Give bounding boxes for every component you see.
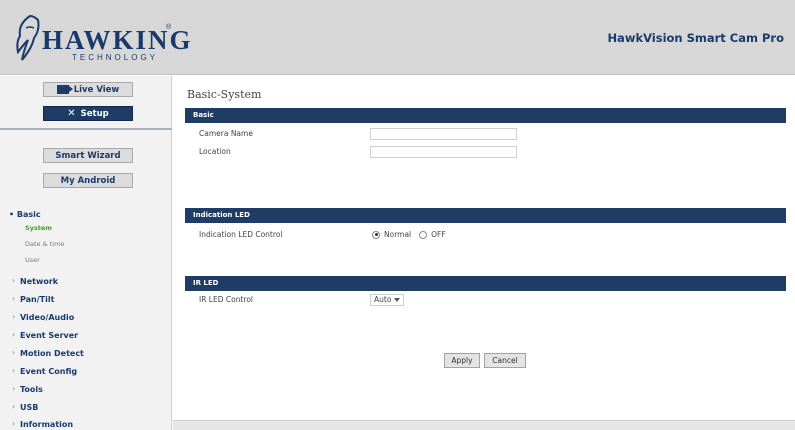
tools-icon: ✕ xyxy=(67,108,76,119)
radio-off[interactable] xyxy=(419,230,428,239)
logo-registered-mark: ® xyxy=(166,24,172,31)
location-label: Location xyxy=(199,147,231,156)
sidebar-subitem-system[interactable]: System xyxy=(25,224,52,232)
section-header-ir-led: IR LED xyxy=(185,276,786,291)
sidebar-item-video-audio[interactable]: Video/Audio xyxy=(12,312,74,322)
my-android-button[interactable]: My Android xyxy=(43,173,133,188)
sidebar-item-usb[interactable]: USB xyxy=(12,402,39,412)
cancel-button[interactable]: Cancel xyxy=(484,353,526,368)
smart-wizard-button[interactable]: Smart Wizard xyxy=(43,148,133,163)
bottom-scroll-strip xyxy=(173,420,795,430)
smart-wizard-label: Smart Wizard xyxy=(55,150,121,161)
section-header-basic: Basic xyxy=(185,108,786,123)
header: HAWKING ® TECHNOLOGY HawkVision Smart Ca… xyxy=(0,0,795,75)
location-input[interactable] xyxy=(370,146,517,158)
logo-tagline: TECHNOLOGY xyxy=(72,53,159,62)
indication-led-label: Indication LED Control xyxy=(199,230,283,239)
hawking-logo: HAWKING ® TECHNOLOGY xyxy=(14,12,191,64)
section-header-indication-led: Indication LED xyxy=(185,208,786,223)
product-title: HawkVision Smart Cam Pro xyxy=(607,31,784,45)
ir-led-select[interactable]: Auto xyxy=(370,294,404,306)
sidebar-item-basic-label: Basic xyxy=(16,210,41,219)
radio-normal-label: Normal xyxy=(384,230,412,239)
sidebar-subitem-date-time[interactable]: Date & time xyxy=(25,240,64,248)
sidebar-subitem-user[interactable]: User xyxy=(25,256,40,264)
sidebar-divider xyxy=(0,128,172,130)
camera-name-input[interactable] xyxy=(370,128,517,140)
sidebar-item-event-config[interactable]: Event Config xyxy=(12,366,77,376)
page-title: Basic-System xyxy=(187,88,262,101)
camera-icon xyxy=(56,85,73,94)
sidebar-item-motion-detect[interactable]: Motion Detect xyxy=(12,348,84,358)
sidebar-item-network[interactable]: Network xyxy=(12,276,58,286)
sidebar-item-information[interactable]: Information xyxy=(12,419,73,429)
camera-name-label: Camera Name xyxy=(199,129,253,138)
ir-led-label: IR LED Control xyxy=(199,295,253,304)
sidebar-item-pan-tilt[interactable]: Pan/Tilt xyxy=(12,294,55,304)
sidebar-item-event-server[interactable]: Event Server xyxy=(12,330,78,340)
sidebar-item-tools[interactable]: Tools xyxy=(12,384,43,394)
setup-label: Setup xyxy=(80,108,109,119)
apply-button[interactable]: Apply xyxy=(444,353,480,368)
chevron-down-icon xyxy=(394,298,400,302)
my-android-label: My Android xyxy=(60,175,116,186)
hawk-logo-icon xyxy=(16,14,40,61)
ir-led-select-value: Auto xyxy=(374,295,392,304)
live-view-label: Live View xyxy=(73,84,120,95)
bullet-icon: • xyxy=(9,210,17,219)
indication-led-radio-group: Normal OFF xyxy=(372,230,446,239)
main-content: Basic-System Basic Camera Name Location … xyxy=(173,76,795,430)
live-view-button[interactable]: Live View xyxy=(43,82,133,97)
sidebar-item-basic[interactable]: • Basic xyxy=(9,210,41,219)
radio-normal[interactable] xyxy=(372,230,380,239)
sidebar: Live View ✕ Setup Smart Wizard My Androi… xyxy=(0,76,172,430)
radio-off-label: OFF xyxy=(431,230,446,239)
setup-button[interactable]: ✕ Setup xyxy=(43,106,133,121)
